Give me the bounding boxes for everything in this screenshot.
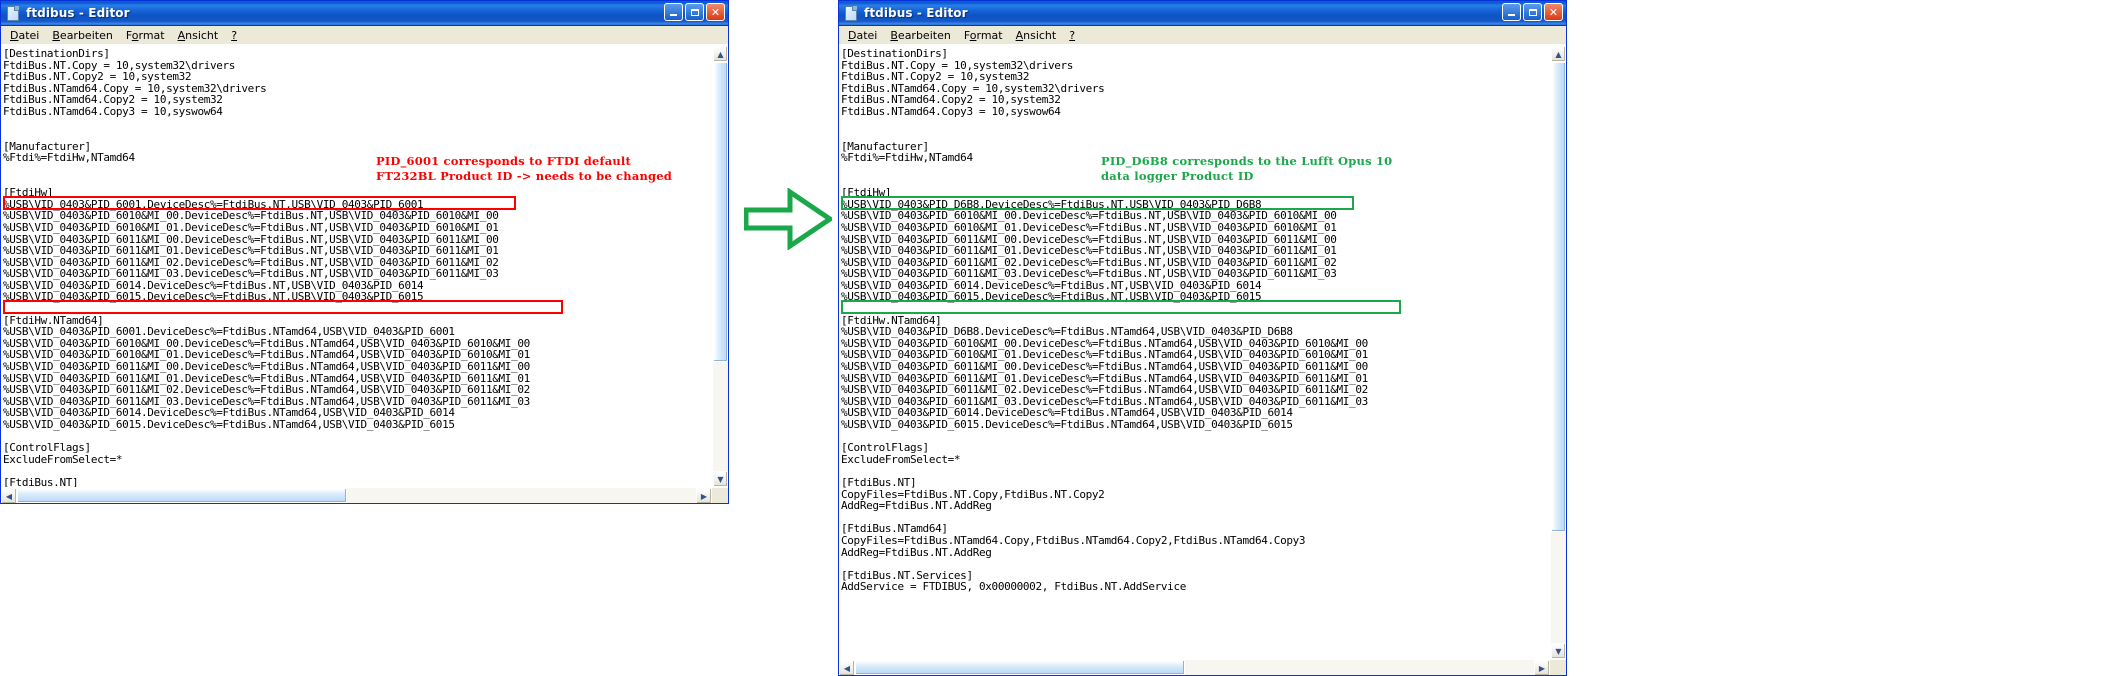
minimize-button[interactable] [1502,3,1521,21]
ini-line: [FtdiBus.NT] [841,475,917,489]
hscroll-thumb[interactable] [855,660,1185,675]
ini-line [841,129,1550,141]
ini-line [841,465,1550,477]
ini-line: %USB\VID_0403&PID_6011&MI_00.DeviceDesc%… [841,360,1368,374]
ini-line: %USB\VID_0403&PID_6015.DeviceDesc%=FtdiB… [3,418,455,431]
notepad-window-after[interactable]: ftdibus - Editor ✕ Datei Bearbeiten Form… [838,0,1567,676]
scroll-left-button[interactable]: ◀ [839,660,855,675]
menu-item-bearbeiten[interactable]: Bearbeiten [884,28,957,43]
ini-line: AddReg=FtdiBus.NT.AddReg [841,499,992,513]
ini-line: [DestinationDirs] [3,47,110,60]
menubar[interactable]: Datei Bearbeiten Format Ansicht ? [839,26,1566,45]
menu-item-bearbeiten[interactable]: Bearbeiten [46,28,119,43]
right-arrow-icon [743,187,835,251]
scrollbar-corner [1550,660,1566,675]
horizontal-scrollbar-after[interactable]: ◀ ▶ [839,659,1566,675]
screenshot-root: ftdibus - Editor ✕ Datei Bearbeiten Form… [0,0,2110,676]
menu-item-help[interactable]: ? [1063,28,1082,43]
menu-item-help[interactable]: ? [225,28,244,43]
ini-line: [FtdiHw] [841,186,892,200]
ini-line: [FtdiHw] [3,186,54,200]
menu-item-datei[interactable]: Datei [4,28,46,43]
close-button[interactable]: ✕ [706,3,725,21]
ini-line [841,303,1550,315]
scroll-thumb[interactable] [713,62,728,362]
ini-line: %USB\VID_0403&PID_6010&MI_01.DeviceDesc%… [3,220,499,234]
ini-line: %USB\VID_0403&PID_6011&MI_00.DeviceDesc%… [3,360,530,374]
menu-item-ansicht[interactable]: Ansicht [1010,28,1064,43]
ini-line: AddReg=FtdiBus.NT.AddReg [841,545,992,559]
ini-line [841,558,1550,570]
close-button[interactable]: ✕ [1544,3,1563,21]
maximize-button[interactable] [685,3,704,21]
scroll-up-button[interactable]: ▲ [1551,46,1566,62]
titlebar[interactable]: ftdibus - Editor ✕ [839,1,1566,26]
window-controls: ✕ [1502,3,1563,21]
annotation-pid-d6b8-note: PID_D6B8 corresponds to the Lufft Opus 1… [1101,154,1393,183]
ini-line [841,118,1550,130]
notepad-document-icon [5,5,21,21]
scroll-down-button[interactable]: ▼ [1551,643,1566,659]
scroll-thumb[interactable] [1551,62,1566,532]
ini-line [3,431,712,443]
ini-line: %USB\VID_0403&PID_6011&MI_01.DeviceDesc%… [841,244,1337,258]
ini-line [841,431,1550,443]
ini-line [3,465,712,477]
text-content-before[interactable]: [DestinationDirs] FtdiBus.NT.Copy = 10,sy… [1,46,712,487]
ini-line: [FtdiBus.NT] [3,475,79,487]
ini-text-before: [DestinationDirs] FtdiBus.NT.Copy = 10,sy… [3,48,712,487]
ini-line: ExcludeFromSelect=* [3,452,123,466]
hscroll-track[interactable] [17,488,696,503]
ini-line [3,303,712,315]
scroll-track[interactable] [713,62,728,471]
scroll-track[interactable] [1551,62,1566,643]
menu-item-format[interactable]: Format [958,28,1010,43]
scroll-left-button[interactable]: ◀ [1,488,17,503]
window-controls: ✕ [664,3,725,21]
window-title: ftdibus - Editor [26,6,130,20]
maximize-button[interactable] [1523,3,1542,21]
menu-item-format[interactable]: Format [120,28,172,43]
ini-line: %USB\VID_0403&PID_6015.DeviceDesc%=FtdiB… [3,290,424,304]
vertical-scrollbar-after[interactable]: ▲ ▼ [1550,46,1566,659]
notepad-document-icon [843,5,859,21]
menubar[interactable]: Datei Bearbeiten Format Ansicht ? [1,26,728,45]
scrollbar-corner [712,488,728,503]
hscroll-thumb[interactable] [17,488,347,503]
text-area-before[interactable]: [DestinationDirs] FtdiBus.NT.Copy = 10,sy… [1,45,728,487]
scroll-right-button[interactable]: ▶ [696,488,712,503]
ini-line: AddService = FTDIBUS, 0x00000002, FtdiBu… [841,580,1186,594]
ini-line: ExcludeFromSelect=* [841,452,961,466]
hscroll-track[interactable] [855,660,1534,675]
ini-line: %USB\VID_0403&PID_6010&MI_01.DeviceDesc%… [841,220,1337,234]
ini-line: FtdiBus.NTamd64.Copy3 = 10,syswow64 [3,104,223,118]
scroll-up-button[interactable]: ▲ [713,46,728,62]
ini-line: [DestinationDirs] [841,47,948,60]
horizontal-scrollbar-before[interactable]: ◀ ▶ [1,487,728,503]
minimize-button[interactable] [664,3,683,21]
scroll-down-button[interactable]: ▼ [713,471,728,487]
text-area-after[interactable]: [DestinationDirs] FtdiBus.NT.Copy = 10,sy… [839,45,1566,659]
ini-line: FtdiBus.NTamd64.Copy3 = 10,syswow64 [841,104,1061,118]
ini-line [3,129,712,141]
ini-text-after: [DestinationDirs] FtdiBus.NT.Copy = 10,sy… [841,48,1550,593]
menu-item-datei[interactable]: Datei [842,28,884,43]
ini-line: %USB\VID_0403&PID_6015.DeviceDesc%=FtdiB… [841,418,1293,431]
annotation-pid-6001-note: PID_6001 corresponds to FTDI default FT2… [376,154,673,183]
text-content-after[interactable]: [DestinationDirs] FtdiBus.NT.Copy = 10,sy… [839,46,1550,659]
vertical-scrollbar-before[interactable]: ▲ ▼ [712,46,728,487]
window-title: ftdibus - Editor [864,6,968,20]
ini-line: %USB\VID_0403&PID_6015.DeviceDesc%=FtdiB… [841,290,1262,304]
menu-item-ansicht[interactable]: Ansicht [172,28,226,43]
ini-line: CopyFiles=FtdiBus.NTamd64.Copy,FtdiBus.N… [841,533,1306,547]
ini-line: %USB\VID_0403&PID_6011&MI_01.DeviceDesc%… [3,244,499,258]
scroll-right-button[interactable]: ▶ [1534,660,1550,675]
titlebar[interactable]: ftdibus - Editor ✕ [1,1,728,26]
notepad-window-before[interactable]: ftdibus - Editor ✕ Datei Bearbeiten Form… [0,0,729,504]
ini-line [3,118,712,130]
